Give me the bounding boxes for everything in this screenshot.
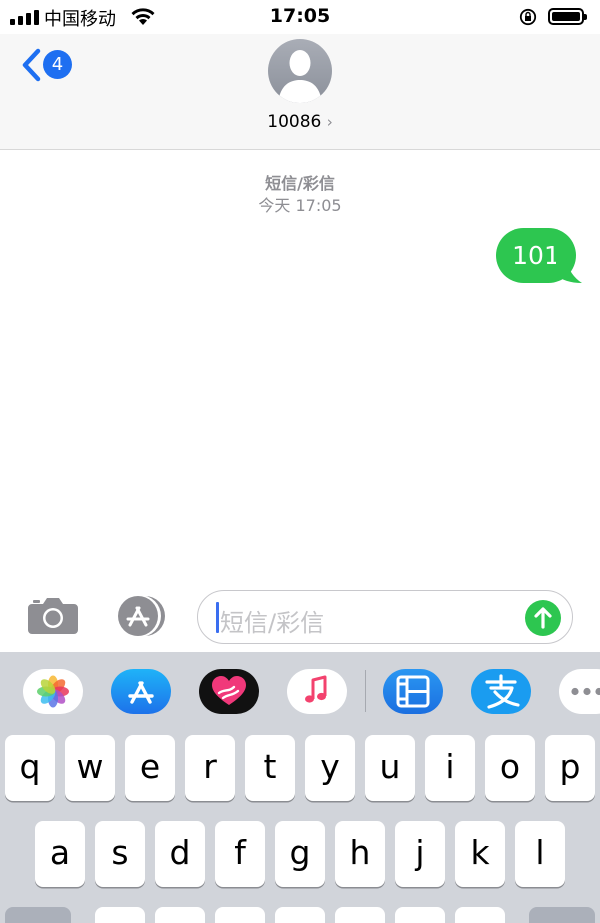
key-i[interactable]: i — [425, 735, 475, 801]
key-l[interactable]: l — [515, 821, 565, 887]
unread-count-badge[interactable]: 4 — [43, 50, 72, 79]
message-timestamp: 今天 17:05 — [258, 196, 342, 215]
key-s[interactable]: s — [95, 821, 145, 887]
key-u[interactable]: u — [365, 735, 415, 801]
text-cursor — [216, 602, 219, 633]
key-t[interactable]: t — [245, 735, 295, 801]
person-silhouette-icon — [278, 50, 322, 103]
key-g[interactable]: g — [275, 821, 325, 887]
alipay-app-icon[interactable] — [471, 669, 531, 714]
more-apps-icon[interactable] — [559, 669, 600, 714]
key-f[interactable]: f — [215, 821, 265, 887]
status-time: 17:05 — [269, 5, 331, 27]
message-input-placeholder: 短信/彩信 — [220, 609, 325, 637]
contact-avatar[interactable] — [268, 39, 332, 103]
key-y[interactable]: y — [305, 735, 355, 801]
contact-number: 10086 — [267, 112, 322, 132]
key-h[interactable]: h — [335, 821, 385, 887]
delete-key[interactable] — [529, 907, 595, 923]
key-w[interactable]: w — [65, 735, 115, 801]
key-p[interactable]: p — [545, 735, 595, 801]
back-chevron-icon[interactable] — [20, 48, 42, 82]
service-label: 短信/彩信 — [265, 174, 335, 193]
rotation-lock-icon — [519, 8, 537, 26]
key-x[interactable] — [155, 907, 205, 923]
key-a[interactable]: a — [35, 821, 85, 887]
app-strip-divider — [365, 670, 366, 712]
bubble-tail — [556, 258, 582, 283]
digital-touch-app-icon[interactable] — [199, 669, 259, 714]
key-c[interactable] — [215, 907, 265, 923]
chevron-right-icon: › — [326, 113, 333, 131]
key-n[interactable] — [395, 907, 445, 923]
key-r[interactable]: r — [185, 735, 235, 801]
key-o[interactable]: o — [485, 735, 535, 801]
key-z[interactable] — [95, 907, 145, 923]
key-v[interactable] — [275, 907, 325, 923]
video-app-icon[interactable] — [383, 669, 443, 714]
contact-name[interactable]: 10086 › — [0, 112, 600, 132]
key-q[interactable]: q — [5, 735, 55, 801]
battery-icon — [548, 8, 587, 25]
app-store-app-icon[interactable] — [111, 669, 171, 714]
music-app-icon[interactable] — [287, 669, 347, 714]
app-store-button-icon[interactable] — [112, 594, 166, 638]
key-j[interactable]: j — [395, 821, 445, 887]
status-bar: 中国移动 17:05 — [0, 0, 600, 34]
key-m[interactable] — [455, 907, 505, 923]
key-b[interactable] — [335, 907, 385, 923]
key-e[interactable]: e — [125, 735, 175, 801]
key-d[interactable]: d — [155, 821, 205, 887]
send-button[interactable] — [525, 600, 561, 636]
key-k[interactable]: k — [455, 821, 505, 887]
camera-icon[interactable] — [26, 596, 80, 636]
photos-app-icon[interactable] — [23, 669, 83, 714]
arrow-up-icon — [534, 607, 552, 629]
shift-key[interactable] — [5, 907, 71, 923]
